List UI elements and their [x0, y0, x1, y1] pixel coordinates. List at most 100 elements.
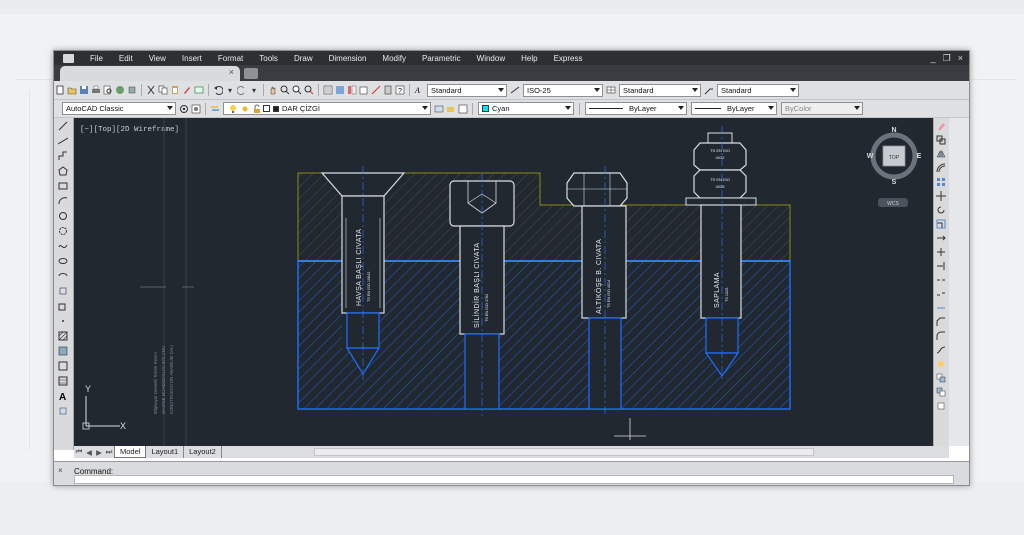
blend-curves-icon[interactable]	[936, 345, 947, 356]
close-command-icon[interactable]: ×	[58, 466, 70, 482]
cut-icon[interactable]	[146, 85, 156, 95]
menu-file[interactable]: File	[82, 54, 111, 63]
revcloud-icon[interactable]	[58, 226, 70, 238]
prev-layout-icon[interactable]: ◀	[84, 448, 94, 457]
workspace-settings-icon[interactable]	[179, 104, 189, 114]
text-style-dropdown[interactable]: Standard	[427, 83, 507, 97]
spline-icon[interactable]	[58, 241, 70, 253]
close-button[interactable]: ×	[958, 53, 963, 64]
array-icon[interactable]	[936, 177, 947, 188]
mtext-icon[interactable]: A	[58, 391, 70, 403]
polygon-icon[interactable]	[58, 166, 70, 178]
erase-icon[interactable]	[936, 121, 947, 132]
polyline-icon[interactable]	[58, 151, 70, 163]
viewcube-face-label[interactable]: TOP	[889, 155, 900, 161]
table-style-dropdown[interactable]: Standard	[619, 83, 701, 97]
dim-style-dropdown[interactable]: ISO-25	[523, 83, 603, 97]
menu-insert[interactable]: Insert	[174, 54, 210, 63]
make-current-layer-icon[interactable]	[434, 104, 444, 114]
menu-tools[interactable]: Tools	[251, 54, 286, 63]
lineweight-dropdown[interactable]: ByLayer	[691, 102, 777, 115]
minimize-button[interactable]: _	[931, 53, 936, 64]
send-back-icon[interactable]	[936, 401, 947, 412]
undo-dropdown-icon[interactable]: ▾	[225, 85, 235, 95]
first-layout-icon[interactable]: ⏮	[74, 447, 84, 457]
layer-dropdown[interactable]: DAR ÇİZGİ	[223, 102, 431, 115]
menu-view[interactable]: View	[141, 54, 174, 63]
workspace-dropdown[interactable]: AutoCAD Classic	[62, 102, 176, 115]
document-tab[interactable]: ×	[60, 66, 240, 81]
mirror-icon[interactable]	[936, 149, 947, 160]
gradient-icon[interactable]	[58, 346, 70, 358]
redo-icon[interactable]	[237, 85, 247, 95]
block-editor-icon[interactable]	[194, 85, 204, 95]
tab-layout1[interactable]: Layout1	[146, 446, 185, 458]
wcs-menu[interactable]: WCS	[887, 201, 899, 207]
3d-print-icon[interactable]	[127, 85, 137, 95]
new-tab-button[interactable]	[244, 68, 258, 79]
plotstyle-dropdown[interactable]: ByColor	[781, 102, 863, 115]
menu-window[interactable]: Window	[469, 54, 513, 63]
layer-previous-icon[interactable]	[446, 104, 456, 114]
open-icon[interactable]	[67, 85, 77, 95]
menu-format[interactable]: Format	[210, 54, 251, 63]
ellipse-arc-icon[interactable]	[58, 271, 70, 283]
bring-front-icon[interactable]	[936, 387, 947, 398]
dim-style-icon[interactable]	[510, 85, 520, 95]
compass-east[interactable]: E	[917, 153, 922, 160]
menu-help[interactable]: Help	[513, 54, 545, 63]
horizontal-scrollbar[interactable]	[314, 448, 814, 456]
command-input[interactable]	[74, 475, 954, 484]
tab-model[interactable]: Model	[114, 446, 147, 458]
point-icon[interactable]	[58, 316, 70, 328]
plot-icon[interactable]	[91, 85, 101, 95]
next-layout-icon[interactable]: ▶	[94, 448, 104, 457]
linetype-dropdown[interactable]: ByLayer	[585, 102, 687, 115]
rotate-icon[interactable]	[936, 205, 947, 216]
app-menu-icon[interactable]	[54, 51, 82, 65]
table-icon[interactable]	[58, 376, 70, 388]
scale-icon[interactable]	[936, 219, 947, 230]
break-icon[interactable]	[936, 289, 947, 300]
move-icon[interactable]	[936, 191, 947, 202]
region-icon[interactable]	[58, 361, 70, 373]
chamfer-icon[interactable]	[936, 317, 947, 328]
copy-icon[interactable]	[158, 85, 168, 95]
markup-icon[interactable]	[371, 85, 381, 95]
publish-icon[interactable]	[115, 85, 125, 95]
fillet-icon[interactable]	[936, 331, 947, 342]
close-tab-icon[interactable]: ×	[229, 67, 234, 77]
trim-icon[interactable]	[936, 247, 947, 258]
construction-line-icon[interactable]	[57, 136, 70, 148]
customize-icon[interactable]	[191, 104, 201, 114]
copy-object-icon[interactable]	[936, 135, 947, 146]
zoom-window-icon[interactable]	[292, 85, 302, 95]
add-selected-icon[interactable]	[58, 406, 70, 418]
menu-draw[interactable]: Draw	[286, 54, 321, 63]
menu-edit[interactable]: Edit	[111, 54, 141, 63]
arc-icon[interactable]	[58, 196, 70, 208]
extend-icon[interactable]	[936, 261, 947, 272]
restore-button[interactable]: ❐	[943, 53, 951, 64]
help-icon[interactable]: ?	[395, 85, 405, 95]
hatch-icon[interactable]	[58, 331, 70, 343]
zoom-realtime-icon[interactable]	[280, 85, 290, 95]
qnew-icon[interactable]	[55, 85, 65, 95]
vertical-scrollbar[interactable]	[949, 118, 969, 446]
color-dropdown[interactable]: Cyan	[478, 102, 574, 115]
last-layout-icon[interactable]: ⏭	[104, 447, 114, 457]
layer-states-icon[interactable]	[458, 104, 468, 114]
design-center-icon[interactable]	[335, 85, 345, 95]
offset-icon[interactable]	[936, 163, 947, 174]
preview-icon[interactable]	[103, 85, 113, 95]
tool-palettes-icon[interactable]	[347, 85, 357, 95]
menu-express[interactable]: Express	[546, 54, 591, 63]
properties-icon[interactable]	[323, 85, 333, 95]
undo-icon[interactable]	[213, 85, 223, 95]
save-icon[interactable]	[79, 85, 89, 95]
menu-dimension[interactable]: Dimension	[321, 54, 375, 63]
drawing-canvas[interactable]: [−][Top][2D Wireframe] Bilgisayar Destek…	[54, 118, 950, 446]
join-icon[interactable]	[936, 303, 947, 314]
pan-icon[interactable]	[268, 85, 278, 95]
sheet-set-icon[interactable]	[359, 85, 369, 95]
